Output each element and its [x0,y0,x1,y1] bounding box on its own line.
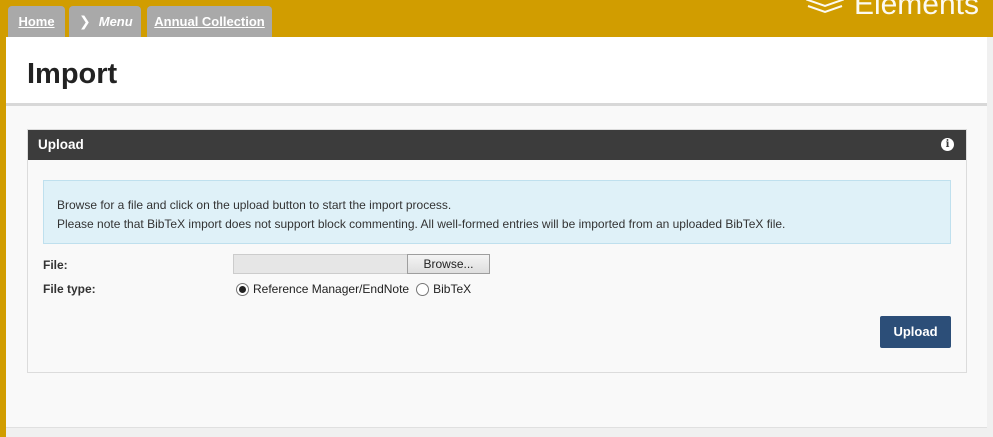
breadcrumb-home[interactable]: Home [8,6,65,37]
upload-panel-header: Upload i [28,130,966,160]
top-bar: Home ❯ Menu Annual Collection Elements [0,0,993,37]
page-header: Import [6,37,987,106]
breadcrumb-menu[interactable]: ❯ Menu [69,6,141,37]
notice-line-2: Please note that BibTeX import does not … [57,217,786,231]
file-input[interactable] [233,254,408,274]
content-area: Upload i Browse for a file and click on … [6,106,987,428]
brand-logo: Elements [805,0,979,22]
breadcrumb-annual-collection[interactable]: Annual Collection [147,6,272,37]
breadcrumb-home-label[interactable]: Home [18,14,54,29]
info-icon[interactable]: i [941,138,954,151]
file-label: File: [43,258,68,272]
breadcrumb-menu-label[interactable]: Menu [99,14,133,29]
main-frame: Import Upload i Browse for a file and cl… [6,37,993,437]
upload-button[interactable]: Upload [880,316,951,348]
breadcrumb-annual-collection-label[interactable]: Annual Collection [154,14,265,29]
file-type-options: Reference Manager/EndNote BibTeX [236,282,471,296]
page-title: Import [27,58,118,90]
import-notice: Browse for a file and click on the uploa… [43,180,951,244]
radio-reference-manager[interactable] [236,282,249,296]
elements-logo-icon [805,0,844,18]
file-type-label: File type: [43,282,96,296]
notice-line-1: Browse for a file and click on the uploa… [57,198,452,212]
brand-name: Elements [853,0,979,21]
chevron-right-icon: ❯ [79,13,91,29]
radio-reference-manager-label[interactable]: Reference Manager/EndNote [253,282,409,296]
upload-panel-title: Upload [38,137,84,152]
upload-panel: Upload i Browse for a file and click on … [27,129,967,373]
radio-bibtex-label[interactable]: BibTeX [433,282,471,296]
browse-button[interactable]: Browse... [407,254,490,274]
radio-bibtex[interactable] [416,282,430,296]
